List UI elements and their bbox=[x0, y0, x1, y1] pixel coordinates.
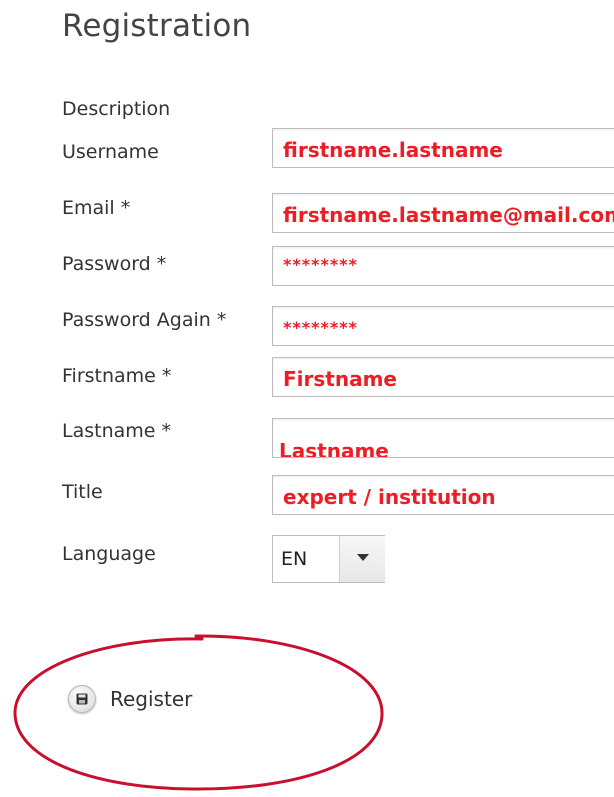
language-selected-value: EN bbox=[281, 548, 308, 570]
password-input-value: ******** bbox=[283, 255, 358, 274]
email-input[interactable]: firstname.lastname@mail.com bbox=[272, 193, 614, 233]
lastname-input-value: Lastname bbox=[279, 439, 389, 458]
title-input[interactable]: expert / institution bbox=[272, 475, 614, 515]
password-again-input-value: ******** bbox=[283, 318, 358, 337]
page-title: Registration bbox=[62, 8, 252, 44]
username-input[interactable]: firstname.lastname bbox=[272, 128, 614, 168]
firstname-label: Firstname * bbox=[62, 365, 172, 387]
annotation-ellipse bbox=[13, 634, 384, 791]
password-again-label: Password Again * bbox=[62, 309, 227, 331]
chevron-down-icon bbox=[357, 554, 369, 561]
password-again-input[interactable]: ******** bbox=[272, 306, 614, 346]
description-label: Description bbox=[62, 98, 171, 120]
email-input-value: firstname.lastname@mail.com bbox=[283, 203, 614, 227]
username-input-value: firstname.lastname bbox=[283, 138, 503, 162]
firstname-input-value: Firstname bbox=[283, 367, 397, 391]
password-label: Password * bbox=[62, 253, 167, 275]
save-icon bbox=[68, 685, 96, 713]
lastname-input[interactable]: Lastname bbox=[272, 418, 614, 458]
username-label: Username bbox=[62, 141, 159, 163]
language-dropdown-toggle[interactable] bbox=[339, 536, 385, 582]
lastname-label: Lastname * bbox=[62, 420, 171, 442]
title-input-value: expert / institution bbox=[283, 485, 496, 509]
language-label: Language bbox=[62, 543, 156, 565]
email-label: Email * bbox=[62, 197, 131, 219]
firstname-input[interactable]: Firstname bbox=[272, 357, 614, 397]
title-label: Title bbox=[62, 481, 103, 503]
language-select[interactable]: EN bbox=[272, 535, 385, 583]
password-input[interactable]: ******** bbox=[272, 246, 614, 286]
register-button[interactable]: Register bbox=[68, 684, 192, 714]
register-button-label: Register bbox=[110, 687, 193, 711]
